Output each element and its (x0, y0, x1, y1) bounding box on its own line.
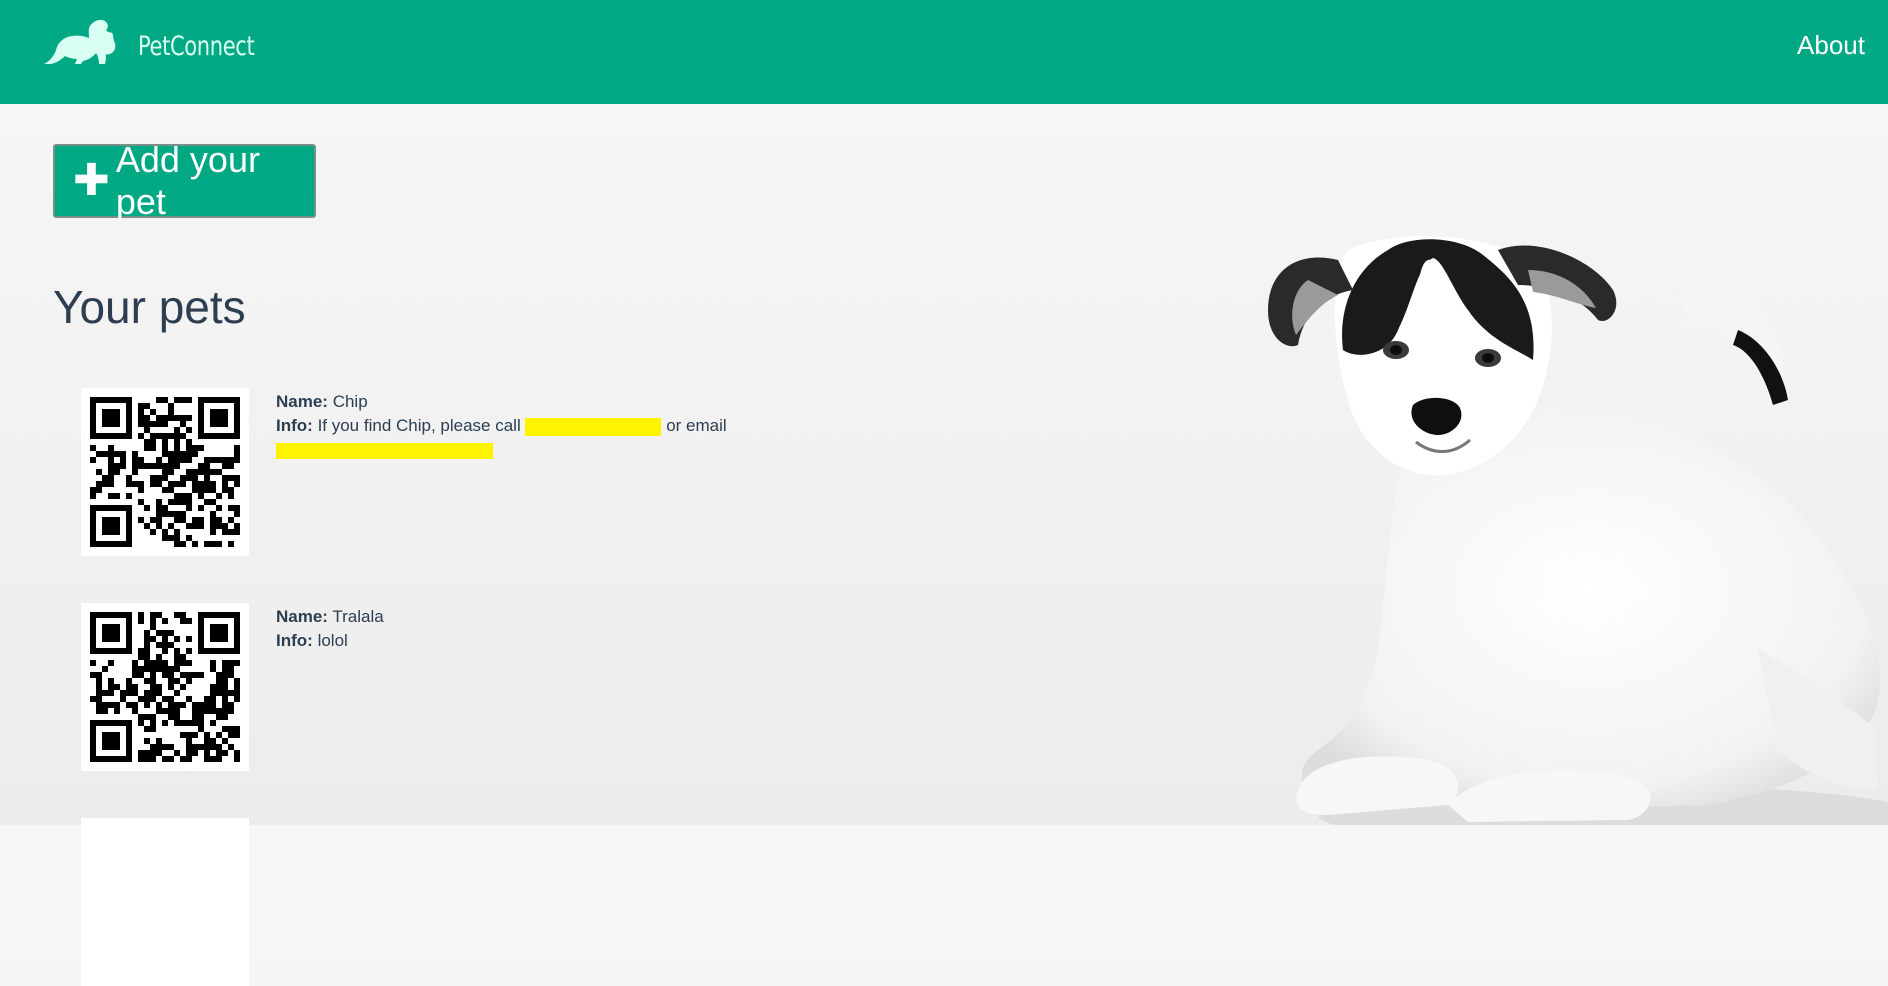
pet-name-row: Name: Chip (276, 390, 736, 414)
pet-qr-code[interactable] (81, 603, 249, 771)
brand-logo[interactable]: PetConnect (38, 16, 287, 76)
pet-info-text: lolol (317, 631, 348, 650)
pet-info-text-mid: or email (666, 416, 727, 435)
pet-name: Chip (332, 392, 368, 411)
qr-code-icon (90, 397, 240, 547)
pet-info-label: Info: (276, 416, 313, 435)
redacted-phone (525, 417, 662, 436)
pet-details: Name: Chip Info: If you find Chip, pleas… (276, 390, 736, 462)
redacted-email (276, 442, 493, 459)
pet-name-label: Name: (276, 607, 328, 626)
pet-name-row: Name: Tralala (276, 605, 384, 629)
pet-name-label: Name: (276, 392, 328, 411)
pet-name: Tralala (332, 607, 384, 626)
pet-info-row: Info: If you find Chip, please call or e… (276, 414, 736, 462)
pet-details: Name: Tralala Info: lolol (276, 605, 384, 653)
dog-background-image (1268, 236, 1888, 825)
nav-about-link[interactable]: About (1797, 30, 1865, 61)
pet-info-label: Info: (276, 631, 313, 650)
navbar: PetConnect About (0, 0, 1888, 104)
plus-icon: ✚ (73, 156, 110, 205)
pet-info-text: If you find Chip, please call (317, 416, 521, 435)
pets-logo-icon (44, 19, 116, 64)
page-title: Your pets (53, 281, 246, 333)
qr-code-icon (90, 612, 240, 762)
pet-qr-code[interactable] (81, 388, 249, 556)
pet-info-row: Info: lolol (276, 629, 384, 653)
brand-name: PetConnect (138, 30, 255, 62)
add-pet-button[interactable]: ✚ Add your pet (53, 139, 316, 222)
add-pet-button-label: Add your pet (115, 139, 260, 222)
pet-qr-code[interactable] (81, 818, 249, 986)
